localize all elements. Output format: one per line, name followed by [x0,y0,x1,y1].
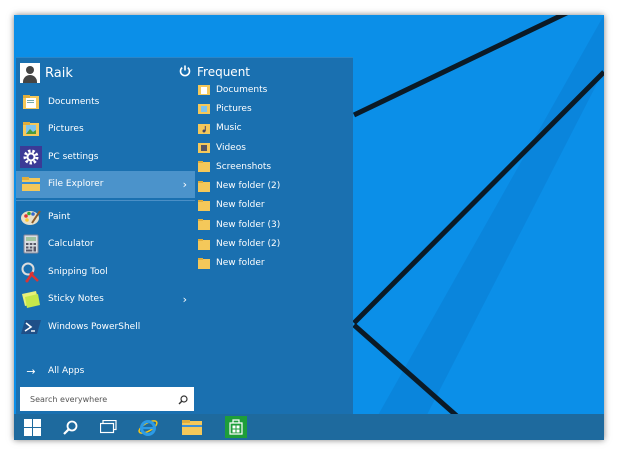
documents-folder-icon [20,91,42,113]
app-paint[interactable]: Paint [16,203,195,231]
frequent-item[interactable]: Screenshots [198,157,348,176]
folder-icon [198,257,210,269]
power-icon[interactable] [178,64,192,78]
frequent-item[interactable]: Videos [198,138,348,157]
frequent-item-label: New folder [216,258,265,269]
folder-icon [198,199,210,211]
frequent-item[interactable]: New folder [198,196,348,215]
calculator-icon [20,233,42,255]
app-label: Paint [48,211,71,222]
frequent-title: Frequent [197,65,250,79]
app-label: PC settings [48,151,99,162]
internet-explorer-icon[interactable] [136,416,160,438]
pictures-folder-icon [198,104,210,115]
app-sticky-notes[interactable]: Sticky Notes › [16,286,195,314]
chevron-right-icon[interactable]: › [183,293,187,306]
user-avatar-icon [20,63,40,83]
all-apps-label: All Apps [48,366,85,376]
app-list: Documents Pictures PC settings File Expl… [16,88,195,341]
arrow-right-icon: → [26,364,36,378]
file-explorer-icon[interactable] [180,416,204,438]
frequent-item[interactable]: New folder [198,254,348,273]
all-apps-button[interactable]: → All Apps [20,361,84,381]
app-label: Sticky Notes [48,294,104,305]
folder-icon [198,180,210,192]
user-name: Raik [45,65,73,81]
task-view-icon[interactable] [96,416,120,438]
app-label: Windows PowerShell [48,321,141,332]
app-calculator[interactable]: Calculator [16,231,195,259]
frequent-item-label: New folder [216,200,265,211]
frequent-item[interactable]: Pictures [198,99,348,118]
app-label: Documents [48,96,100,107]
windows-logo-icon[interactable] [20,416,44,438]
app-file-explorer[interactable]: File Explorer › [16,170,195,198]
documents-folder-icon [198,85,210,96]
frequent-item-label: Screenshots [216,161,272,172]
frequent-item-label: New folder (2) [216,181,281,192]
store-icon[interactable] [224,416,248,438]
app-documents[interactable]: Documents [16,88,195,116]
folder-icon [198,219,210,231]
app-pictures[interactable]: Pictures [16,116,195,144]
frequent-item-label: New folder (2) [216,239,281,250]
frequent-item-label: Videos [216,142,246,153]
frequent-item-label: Music [216,123,242,134]
divider [16,200,195,201]
sticky-notes-icon [20,288,42,310]
desktop: Raik Frequent Documents Pictures PC sett… [14,15,604,440]
frequent-item[interactable]: Music [198,119,348,138]
scissors-icon [20,261,42,283]
taskbar [14,414,604,440]
search-icon[interactable] [58,416,82,438]
app-windows-powershell[interactable]: Windows PowerShell [16,313,195,341]
search-input[interactable] [30,394,178,404]
frequent-item[interactable]: New folder (2) [198,234,348,253]
user-account[interactable]: Raik [20,62,73,84]
paint-icon [20,206,42,228]
gear-icon [20,145,42,168]
powershell-icon [20,316,42,338]
start-menu: Raik Frequent Documents Pictures PC sett… [16,57,353,414]
frequent-item-label: New folder (3) [216,219,281,230]
pictures-folder-icon [20,118,42,140]
frequent-list: Documents Pictures Music Videos Screensh… [198,80,348,273]
music-folder-icon [198,123,210,134]
frequent-item[interactable]: New folder (2) [198,176,348,195]
app-snipping-tool[interactable]: Snipping Tool [16,258,195,286]
file-explorer-icon [20,173,42,195]
search-box [20,387,194,411]
frequent-item-label: Documents [216,84,268,95]
frequent-item[interactable]: New folder (3) [198,215,348,234]
videos-folder-icon [198,143,210,154]
frequent-item[interactable]: Documents [198,80,348,99]
folder-icon [198,238,210,250]
folder-icon [198,161,210,173]
app-label: Calculator [48,239,94,250]
app-label: Snipping Tool [48,266,108,277]
search-icon[interactable] [178,390,188,409]
chevron-right-icon[interactable]: › [183,178,187,191]
app-pc-settings[interactable]: PC settings [16,143,195,171]
app-label: Pictures [48,124,84,135]
app-label: File Explorer [48,179,104,190]
frequent-item-label: Pictures [216,103,252,114]
